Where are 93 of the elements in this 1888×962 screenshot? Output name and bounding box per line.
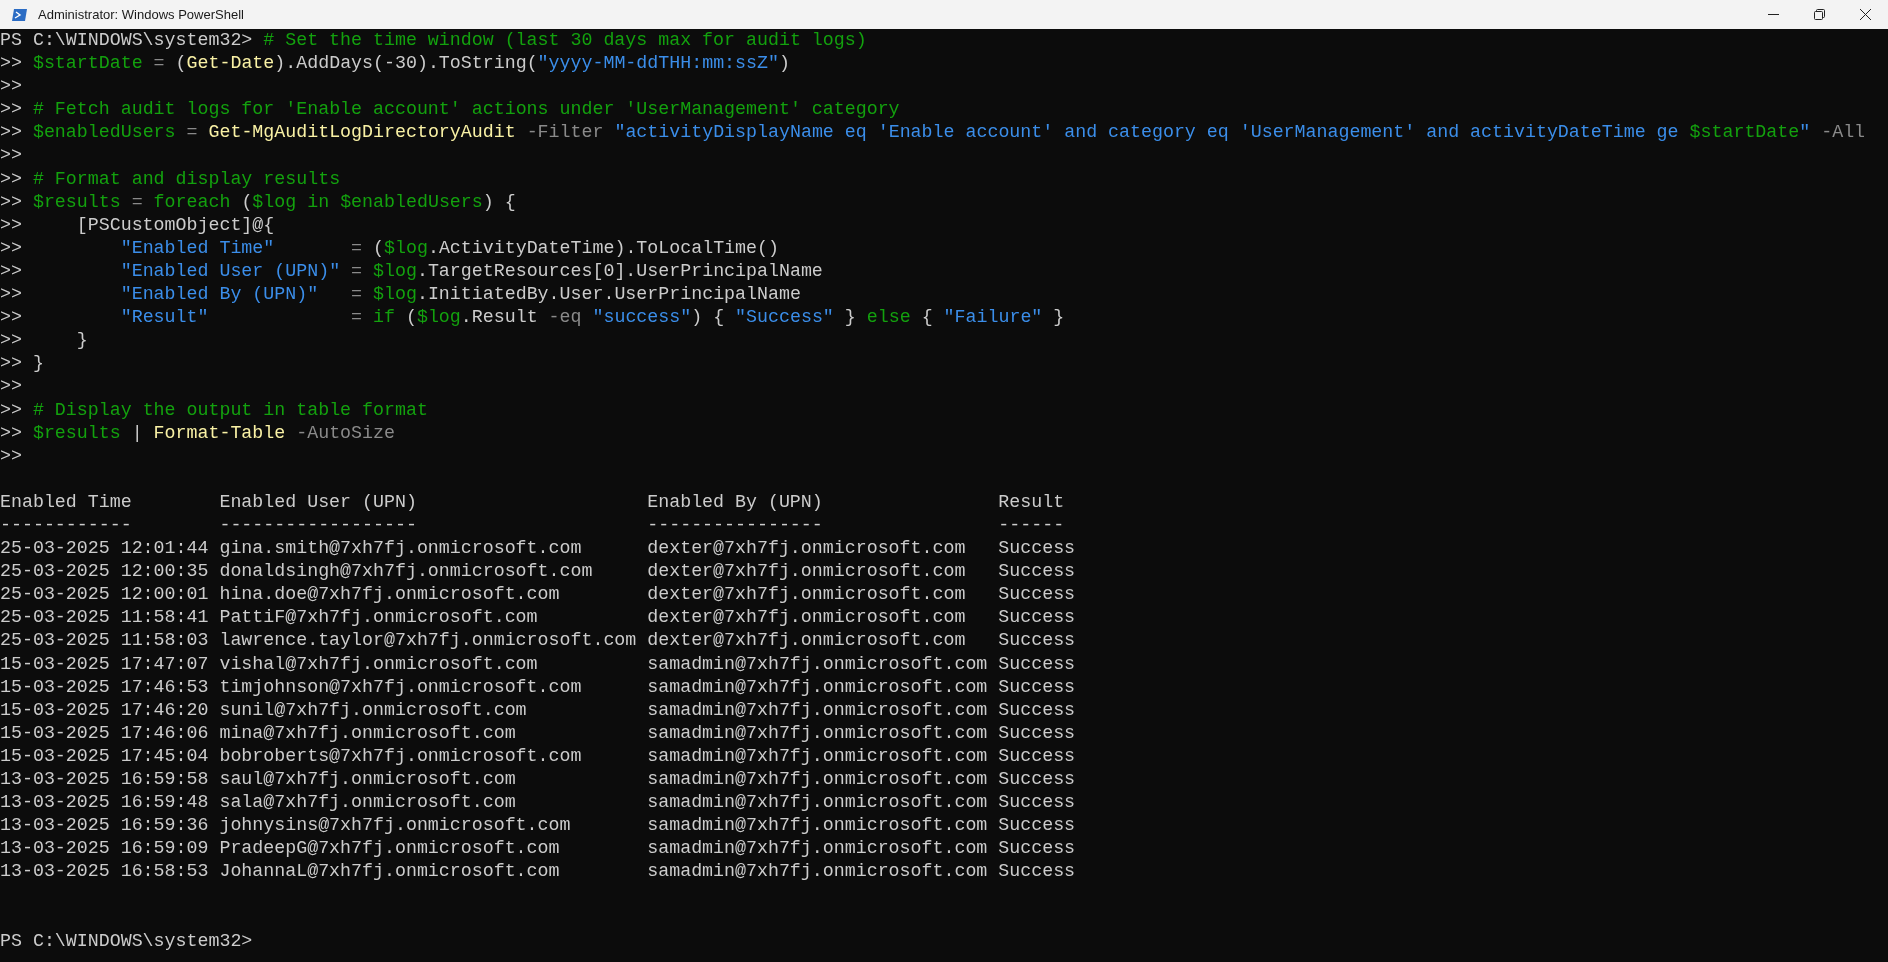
table-cell: Success <box>998 837 1076 861</box>
table-cell: JohannaL@7xh7fj.onmicrosoft.com <box>219 860 560 884</box>
table-cell: Success <box>998 791 1076 815</box>
code-line: >> "Enabled By (UPN)" = $log.InitiatedBy.User.UserPrincipalName <box>0 283 801 307</box>
header-underline: ------------ <box>0 513 132 537</box>
table-cell: samadmin@7xh7fj.onmicrosoft.com <box>647 791 988 815</box>
table-cell: Success <box>998 560 1076 584</box>
table-cell: 15-03-2025 17:45:04 <box>0 744 209 768</box>
table-cell: samadmin@7xh7fj.onmicrosoft.com <box>647 860 988 884</box>
table-cell: gina.smith@7xh7fj.onmicrosoft.com <box>219 537 582 561</box>
close-icon <box>1859 9 1871 20</box>
table-cell: Success <box>998 652 1076 676</box>
table-cell: dexter@7xh7fj.onmicrosoft.com <box>647 606 966 630</box>
code-line: >> "Enabled Time" = ($log.ActivityDateTime).ToLocalTime() <box>0 236 779 260</box>
header-underline: ------ <box>998 513 1065 537</box>
code-line: >> <box>0 444 22 468</box>
table-cell: 13-03-2025 16:59:48 <box>0 791 209 815</box>
table-cell: 25-03-2025 11:58:03 <box>0 629 209 653</box>
table-cell: 15-03-2025 17:46:53 <box>0 675 209 699</box>
table-cell: 13-03-2025 16:59:36 <box>0 814 209 838</box>
code-line: >> # Fetch audit logs for 'Enable account' actions under 'UserManagement' category <box>0 98 900 122</box>
code-line: >> <box>0 375 22 399</box>
column-header: Enabled By (UPN) <box>647 490 823 514</box>
code-line: >> # Format and display results <box>0 167 341 191</box>
table-cell: donaldsingh@7xh7fj.onmicrosoft.com <box>219 560 593 584</box>
code-line: >> "Result" = if ($log.Result -eq "success") { "Success" } else { "Failure" } <box>0 306 1065 330</box>
table-cell: Success <box>998 721 1076 745</box>
table-cell: Success <box>998 675 1076 699</box>
code-line: >> $results | Format-Table -AutoSize <box>0 421 395 445</box>
table-cell: sala@7xh7fj.onmicrosoft.com <box>219 791 516 815</box>
table-cell: johnysins@7xh7fj.onmicrosoft.com <box>219 814 571 838</box>
restore-icon <box>1813 9 1825 20</box>
table-cell: Success <box>998 860 1076 884</box>
code-line: >> $enabledUsers = Get-MgAuditLogDirectoryAudit -Filter "activityDisplayName eq 'Enable account' and category eq 'UserManagement' and activityDateTime ge $startDate" -All <box>0 121 1866 145</box>
table-cell: dexter@7xh7fj.onmicrosoft.com <box>647 629 966 653</box>
command-prompt: PS C:\WINDOWS\system32> <box>0 929 253 953</box>
table-cell: vishal@7xh7fj.onmicrosoft.com <box>219 652 538 676</box>
table-cell: 15-03-2025 17:46:20 <box>0 698 209 722</box>
code-line: PS C:\WINDOWS\system32> # Set the time window (last 30 days max for audit logs) <box>0 29 867 52</box>
table-cell: 25-03-2025 11:58:41 <box>0 606 209 630</box>
column-header: Enabled Time <box>0 490 132 514</box>
table-cell: dexter@7xh7fj.onmicrosoft.com <box>647 583 966 607</box>
table-cell: dexter@7xh7fj.onmicrosoft.com <box>647 560 966 584</box>
table-cell: 15-03-2025 17:46:06 <box>0 721 209 745</box>
table-cell: timjohnson@7xh7fj.onmicrosoft.com <box>219 675 582 699</box>
code-line: >> <box>0 75 22 99</box>
table-cell: 13-03-2025 16:59:09 <box>0 837 209 861</box>
table-cell: Success <box>998 537 1076 561</box>
table-cell: Success <box>998 583 1076 607</box>
table-cell: 25-03-2025 12:01:44 <box>0 537 209 561</box>
table-cell: samadmin@7xh7fj.onmicrosoft.com <box>647 814 988 838</box>
code-line: >> <box>0 144 22 168</box>
window-title: Administrator: Windows PowerShell <box>38 5 244 24</box>
header-underline: ---------------- <box>647 513 823 537</box>
table-cell: 15-03-2025 17:47:07 <box>0 652 209 676</box>
table-cell: bobroberts@7xh7fj.onmicrosoft.com <box>219 744 582 768</box>
table-cell: Success <box>998 814 1076 838</box>
table-cell-text: Success <box>998 768 1076 791</box>
table-cell: lawrence.taylor@7xh7fj.onmicrosoft.com <box>219 629 637 653</box>
code-line: >> } <box>0 352 44 376</box>
table-cell: samadmin@7xh7fj.onmicrosoft.com <box>647 698 988 722</box>
table-cell-text: saul@7xh7fj.onmicrosoft.com <box>219 768 516 791</box>
table-cell: 25-03-2025 12:00:01 <box>0 583 209 607</box>
table-cell: sunil@7xh7fj.onmicrosoft.com <box>219 698 527 722</box>
code-line: >> $results = foreach ($log in $enabledUsers) { <box>0 190 516 214</box>
column-header: Result <box>998 490 1065 514</box>
table-cell: dexter@7xh7fj.onmicrosoft.com <box>647 537 966 561</box>
column-header: Enabled User (UPN) <box>219 490 417 514</box>
table-cell: Success <box>998 698 1076 722</box>
table-cell-text: 13-03-2025 16:59:58 <box>0 768 209 791</box>
table-cell: samadmin@7xh7fj.onmicrosoft.com <box>647 837 988 861</box>
table-cell: Success <box>998 744 1076 768</box>
header-underline: ------------------ <box>219 513 417 537</box>
table-cell: hina.doe@7xh7fj.onmicrosoft.com <box>219 583 560 607</box>
table-cell: 13-03-2025 16:58:53 <box>0 860 209 884</box>
table-cell: samadmin@7xh7fj.onmicrosoft.com <box>647 652 988 676</box>
table-cell: samadmin@7xh7fj.onmicrosoft.com <box>647 675 988 699</box>
table-cell: samadmin@7xh7fj.onmicrosoft.com <box>647 721 988 745</box>
code-line: >> # Display the output in table format <box>0 398 428 422</box>
code-line: >> [PSCustomObject]@{ <box>0 213 275 237</box>
table-cell-text: samadmin@7xh7fj.onmicrosoft.com <box>647 768 988 791</box>
terminal-icon <box>12 6 28 23</box>
table-cell: mina@7xh7fj.onmicrosoft.com <box>219 721 516 745</box>
code-line: >> } <box>0 329 88 353</box>
table-cell: PattiF@7xh7fj.onmicrosoft.com <box>219 606 538 630</box>
minimize-icon <box>1767 14 1779 15</box>
table-cell: PradeepG@7xh7fj.onmicrosoft.com <box>219 837 560 861</box>
table-cell: 25-03-2025 12:00:35 <box>0 560 209 584</box>
code-line: >> $startDate = (Get-Date).AddDays(-30).ToString("yyyy-MM-ddTHH:mm:ssZ") <box>0 52 790 76</box>
code-line: >> "Enabled User (UPN)" = $log.TargetResources[0].UserPrincipalName <box>0 259 823 283</box>
table-cell: Success <box>998 606 1076 630</box>
table-cell: samadmin@7xh7fj.onmicrosoft.com <box>647 744 988 768</box>
table-cell: Success <box>998 629 1076 653</box>
